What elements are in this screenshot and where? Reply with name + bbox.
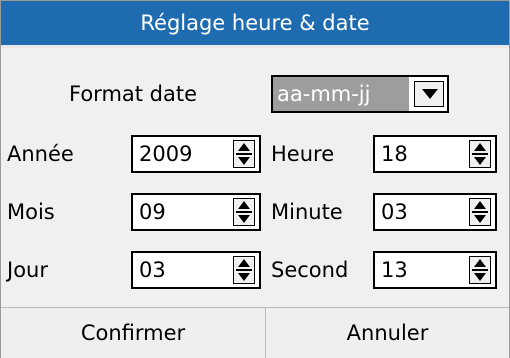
second-spinbox[interactable]: 13 <box>373 251 497 289</box>
chevron-down-icon[interactable] <box>414 81 444 107</box>
date-time-settings-dialog: Réglage heure & date Format date aa-mm-j… <box>0 0 510 358</box>
spinner-up-down-icon[interactable] <box>233 140 255 168</box>
jour-spinbox[interactable]: 03 <box>131 251 261 289</box>
button-bar: Confirmer Annuler <box>1 307 509 358</box>
mois-spinbox[interactable]: 09 <box>131 193 261 231</box>
mois-label: Mois <box>7 200 55 224</box>
spinner-up-down-icon[interactable] <box>469 140 491 168</box>
dialog-title: Réglage heure & date <box>1 1 509 45</box>
spinner-up-down-icon[interactable] <box>233 198 255 226</box>
mois-value: 09 <box>139 200 166 224</box>
heure-value: 18 <box>381 142 408 166</box>
jour-value: 03 <box>139 258 166 282</box>
minute-label: Minute <box>271 200 343 224</box>
cancel-button[interactable]: Annuler <box>266 308 509 358</box>
spinner-up-down-icon[interactable] <box>469 256 491 284</box>
spinner-up-down-icon[interactable] <box>469 198 491 226</box>
spinner-up-down-icon[interactable] <box>233 256 255 284</box>
annee-label: Année <box>7 142 74 166</box>
date-format-value: aa-mm-jj <box>273 77 409 111</box>
minute-value: 03 <box>381 200 408 224</box>
date-format-label: Format date <box>69 82 198 106</box>
heure-label: Heure <box>271 142 335 166</box>
annee-spinbox[interactable]: 2009 <box>131 135 261 173</box>
second-value: 13 <box>381 258 408 282</box>
jour-label: Jour <box>7 258 48 282</box>
title-divider <box>1 45 509 48</box>
annee-value: 2009 <box>139 142 193 166</box>
confirm-button[interactable]: Confirmer <box>1 308 266 358</box>
minute-spinbox[interactable]: 03 <box>373 193 497 231</box>
heure-spinbox[interactable]: 18 <box>373 135 497 173</box>
date-format-select[interactable]: aa-mm-jj <box>271 75 449 113</box>
second-label: Second <box>271 258 349 282</box>
